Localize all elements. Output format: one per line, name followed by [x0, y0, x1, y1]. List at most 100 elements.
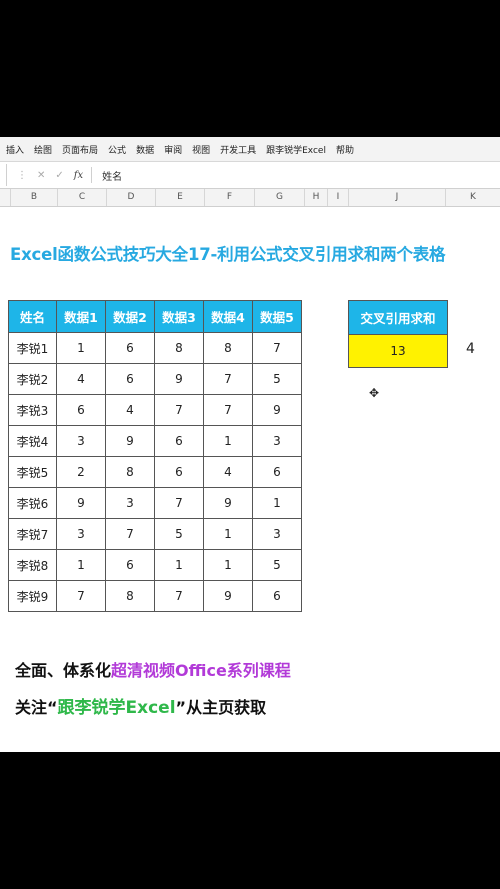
table-cell[interactable]: 6 [154, 456, 204, 488]
promo-line-2-highlight: 跟李锐学Excel [57, 698, 176, 718]
stray-cell-value[interactable]: 4 [466, 341, 475, 357]
table-cell[interactable]: 7 [105, 518, 155, 550]
table-cell[interactable]: 9 [105, 425, 155, 457]
table-cell[interactable]: 9 [203, 487, 253, 519]
table-row: 李锐4 3 9 6 1 3 [8, 425, 302, 457]
table-cell[interactable]: 7 [252, 332, 302, 364]
cancel-icon[interactable]: ✕ [37, 170, 45, 181]
promo-line-2: 关注“跟李锐学Excel”从主页获取 [15, 693, 266, 718]
table-cell[interactable]: 7 [154, 580, 204, 612]
table-row: 李锐3 6 4 7 7 9 [8, 394, 302, 426]
table-cell[interactable]: 李锐3 [8, 394, 57, 426]
table-cell[interactable]: 3 [252, 425, 302, 457]
header-cell[interactable]: 数据3 [154, 300, 204, 333]
tab-developer[interactable]: 开发工具 [220, 143, 256, 156]
table-cell[interactable]: 6 [105, 332, 155, 364]
column-header-i[interactable]: I [328, 189, 349, 206]
confirm-icon[interactable]: ✓ [55, 170, 63, 181]
table-cell[interactable]: 李锐5 [8, 456, 57, 488]
header-cell[interactable]: 数据5 [252, 300, 302, 333]
formula-input[interactable]: 姓名 [102, 168, 122, 183]
table-cell[interactable]: 1 [154, 549, 204, 581]
table-cell[interactable]: 7 [203, 363, 253, 395]
table-cell[interactable]: 9 [154, 363, 204, 395]
tab-review[interactable]: 审阅 [164, 143, 182, 156]
table-cell[interactable]: 7 [154, 487, 204, 519]
column-header-f[interactable]: F [205, 189, 255, 206]
table-cell[interactable]: 6 [154, 425, 204, 457]
table-cell[interactable]: 1 [56, 332, 106, 364]
table-cell[interactable]: 5 [252, 549, 302, 581]
sum-header-cell[interactable]: 交叉引用求和 [348, 300, 448, 335]
table-cell[interactable]: 李锐6 [8, 487, 57, 519]
tab-insert[interactable]: 插入 [6, 143, 24, 156]
table-cell[interactable]: 7 [56, 580, 106, 612]
table-cell[interactable]: 1 [203, 425, 253, 457]
table-cell[interactable]: 3 [252, 518, 302, 550]
table-cell[interactable]: 8 [154, 332, 204, 364]
header-cell[interactable]: 数据2 [105, 300, 155, 333]
table-cell[interactable]: 8 [203, 332, 253, 364]
table-cell[interactable]: 1 [203, 518, 253, 550]
tab-page-layout[interactable]: 页面布局 [62, 143, 98, 156]
table-cell[interactable]: 3 [56, 518, 106, 550]
table-cell[interactable]: 6 [105, 363, 155, 395]
column-header-g[interactable]: G [255, 189, 305, 206]
table-cell[interactable]: 6 [56, 394, 106, 426]
table-cell[interactable]: 7 [203, 394, 253, 426]
column-header-c[interactable]: C [58, 189, 107, 206]
select-all-corner[interactable] [0, 189, 11, 206]
table-cell[interactable]: 李锐4 [8, 425, 57, 457]
header-cell[interactable]: 姓名 [8, 300, 57, 333]
column-header-d[interactable]: D [107, 189, 156, 206]
table-cell[interactable]: 3 [56, 425, 106, 457]
table-cell[interactable]: 5 [252, 363, 302, 395]
column-header-j[interactable]: J [349, 189, 446, 206]
table-cell[interactable]: 4 [203, 456, 253, 488]
more-options-icon[interactable]: ⋮ [17, 170, 27, 181]
header-cell[interactable]: 数据4 [203, 300, 253, 333]
table-cell[interactable]: 9 [203, 580, 253, 612]
table-cell[interactable]: 9 [56, 487, 106, 519]
table-cell[interactable]: 李锐1 [8, 332, 57, 364]
tab-view[interactable]: 视图 [192, 143, 210, 156]
table-cell[interactable]: 8 [105, 580, 155, 612]
table-cell[interactable]: 6 [252, 456, 302, 488]
table-cell[interactable]: 李锐2 [8, 363, 57, 395]
table-row: 李锐7 3 7 5 1 3 [8, 518, 302, 550]
name-box[interactable] [0, 164, 7, 186]
table-cell[interactable]: 3 [105, 487, 155, 519]
promo-line-2-suffix: ”从主页获取 [175, 698, 267, 717]
table-cell[interactable]: 8 [105, 456, 155, 488]
table-cell[interactable]: 7 [154, 394, 204, 426]
table-cell[interactable]: 李锐8 [8, 549, 57, 581]
table-cell[interactable]: 6 [105, 549, 155, 581]
tab-addin[interactable]: 跟李锐学Excel [266, 143, 326, 156]
tab-help[interactable]: 帮助 [336, 143, 354, 156]
ribbon-tabs: 插入 绘图 页面布局 公式 数据 审阅 视图 开发工具 跟李锐学Excel 帮助 [0, 137, 500, 162]
column-header-h[interactable]: H [305, 189, 328, 206]
insert-function-icon[interactable]: fx [74, 170, 83, 181]
table-cell[interactable]: 1 [252, 487, 302, 519]
table-cell[interactable]: 1 [203, 549, 253, 581]
table-cell[interactable]: 9 [252, 394, 302, 426]
header-cell[interactable]: 数据1 [56, 300, 106, 333]
table-cell[interactable]: 4 [105, 394, 155, 426]
table-cell[interactable]: 5 [154, 518, 204, 550]
table-row: 李锐1 1 6 8 8 7 [8, 332, 302, 364]
table-cell[interactable]: 李锐9 [8, 580, 57, 612]
table-cell[interactable]: 李锐7 [8, 518, 57, 550]
table-row: 李锐9 7 8 7 9 6 [8, 580, 302, 612]
table-cell[interactable]: 4 [56, 363, 106, 395]
table-header-row: 姓名 数据1 数据2 数据3 数据4 数据5 [8, 300, 302, 333]
table-cell[interactable]: 6 [252, 580, 302, 612]
tab-formulas[interactable]: 公式 [108, 143, 126, 156]
tab-draw[interactable]: 绘图 [34, 143, 52, 156]
table-cell[interactable]: 1 [56, 549, 106, 581]
column-header-k[interactable]: K [446, 189, 500, 206]
table-cell[interactable]: 2 [56, 456, 106, 488]
column-header-b[interactable]: B [11, 189, 58, 206]
column-header-e[interactable]: E [156, 189, 205, 206]
tab-data[interactable]: 数据 [136, 143, 154, 156]
sum-result-cell[interactable]: 13 [348, 334, 448, 368]
